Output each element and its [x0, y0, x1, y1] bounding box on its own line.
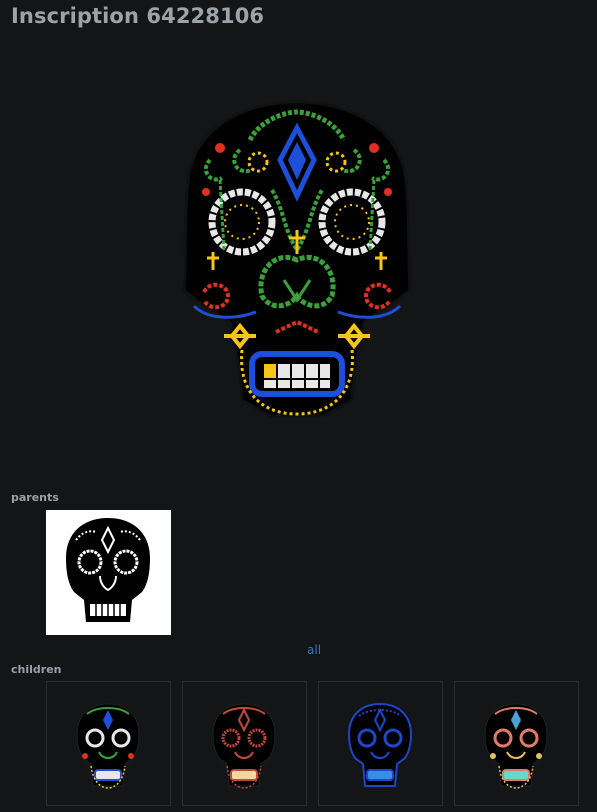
- page-title: Inscription 64228106: [11, 4, 265, 28]
- children-label: children: [11, 663, 62, 676]
- sugar-skull-icon: [484, 703, 548, 789]
- parents-label: parents: [11, 491, 59, 504]
- sugar-skull-icon: [212, 703, 276, 789]
- child-inscription-thumbnail[interactable]: [182, 681, 307, 806]
- child-inscription-thumbnail[interactable]: [454, 681, 579, 806]
- sugar-skull-icon: [347, 702, 413, 787]
- sugar-skull-icon: [66, 518, 150, 622]
- inscription-image: [182, 100, 412, 418]
- parent-inscription-thumbnail[interactable]: [46, 510, 171, 635]
- sugar-skull-icon: [76, 703, 140, 789]
- child-inscription-thumbnail[interactable]: [46, 681, 171, 806]
- all-children-link[interactable]: all: [307, 643, 321, 657]
- child-inscription-thumbnail[interactable]: [318, 681, 443, 806]
